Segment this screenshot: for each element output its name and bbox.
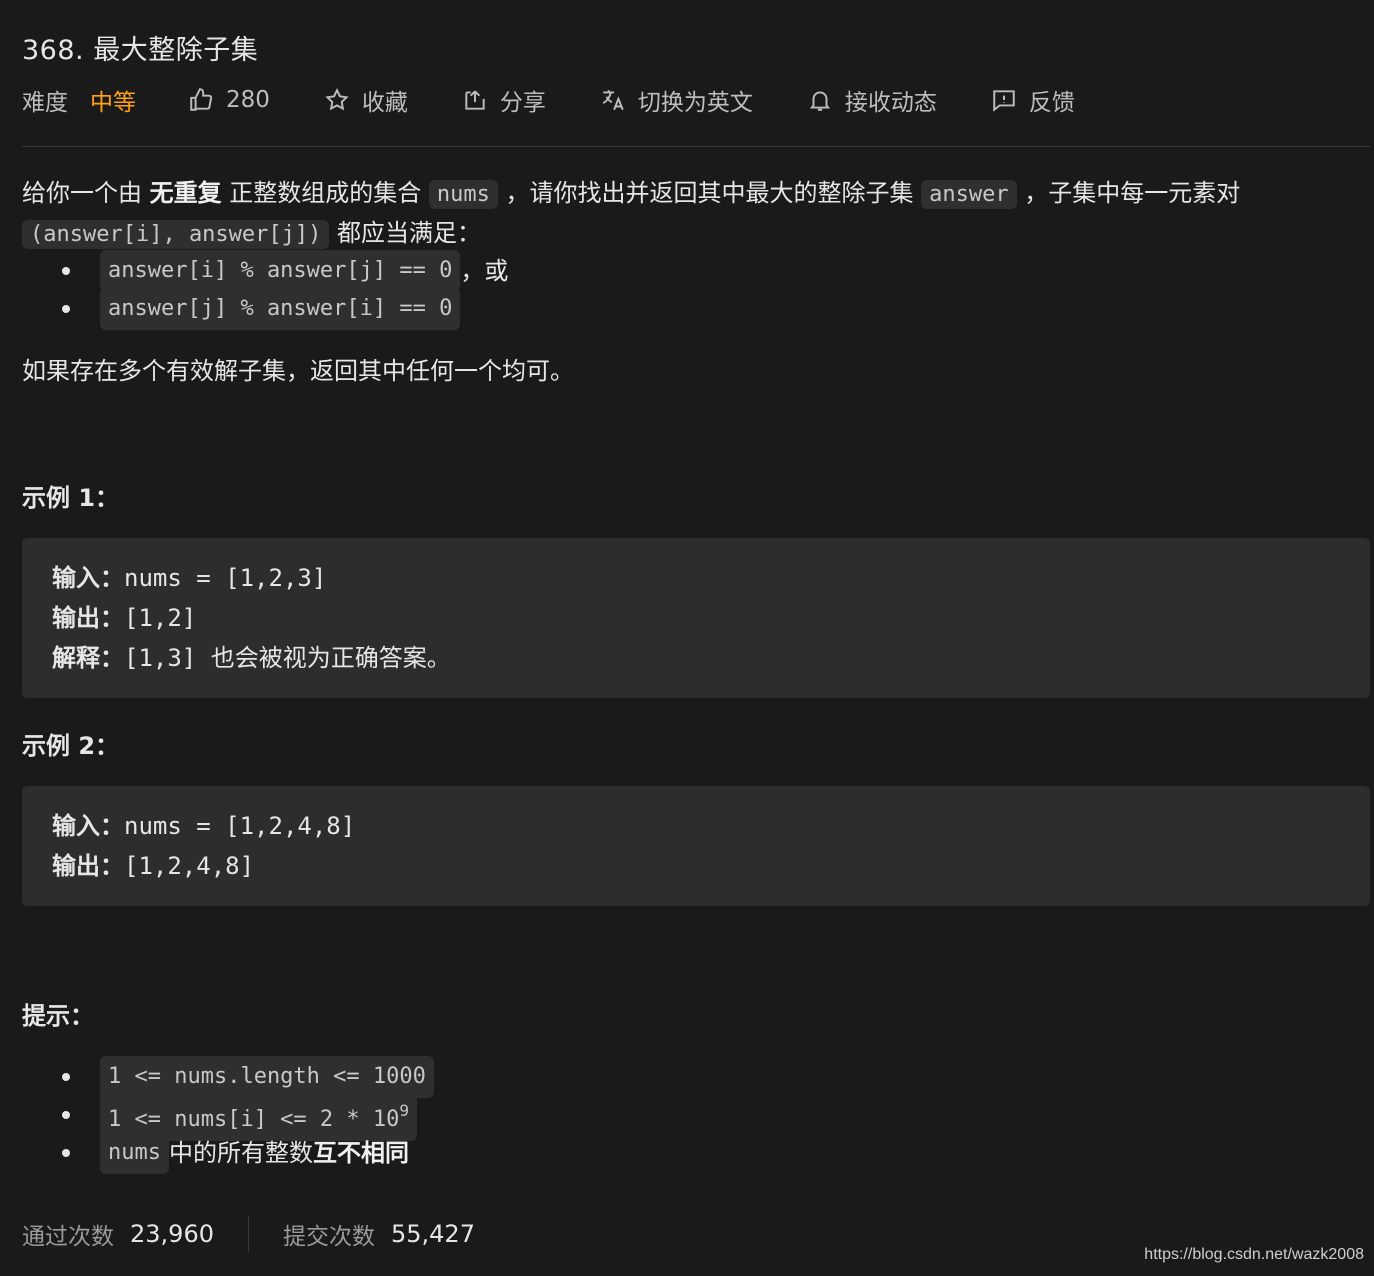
submissions-count: 55,427: [390, 1220, 475, 1248]
subscribe-label: 接收动态: [844, 90, 937, 116]
watermark: https://blog.csdn.net/wazk2008: [1144, 1246, 1364, 1263]
subscribe-button[interactable]: 接收动态: [807, 83, 937, 117]
header-divider: [22, 146, 1370, 147]
like-button[interactable]: 280: [188, 87, 270, 113]
description-paragraph: 给你一个由 无重复 正整数组成的集合 nums ，请你找出并返回其中最大的整除子…: [22, 179, 1241, 249]
difficulty-label: 难度: [22, 90, 68, 116]
example-1-heading: 示例 1：: [22, 484, 120, 512]
bell-icon: [809, 91, 830, 111]
bullet-icon: [62, 1149, 70, 1157]
star-icon: [325, 88, 349, 111]
difficulty-badge: 中等: [90, 90, 136, 116]
share-label: 分享: [499, 90, 546, 116]
translate-icon: [602, 90, 624, 111]
switch-language-button[interactable]: 切换为英文: [600, 83, 753, 117]
stats-divider: [247, 1216, 249, 1252]
favorite-label: 收藏: [361, 90, 408, 116]
feedback-button[interactable]: 反馈: [991, 83, 1075, 117]
example-1-input: nums = [1,2,3]: [124, 564, 327, 592]
accepted-count: 23,960: [130, 1220, 214, 1248]
list-item: answer[j] % answer[i] == 0: [62, 288, 508, 330]
code-nums: nums: [428, 180, 498, 209]
example-2-block: 输入：nums = [1,2,4,8] 输出：[1,2,4,8]: [22, 786, 1370, 906]
example-2-output: [1,2,4,8]: [124, 852, 255, 880]
code-answer: answer: [921, 180, 1017, 209]
condition-list: answer[i] % answer[j] == 0 ，或 answer[j] …: [62, 250, 508, 330]
switch-language-label: 切换为英文: [637, 90, 753, 116]
example-1-output: [1,2]: [124, 604, 197, 632]
feedback-icon: [993, 90, 1015, 112]
like-count: 280: [226, 87, 270, 113]
constraints-list: 1 <= nums.length <= 1000 1 <= nums[i] <=…: [62, 1056, 434, 1174]
code-answer-pair: (answer[i], answer[j]): [22, 220, 330, 249]
submissions-label: 提交次数: [282, 1224, 375, 1250]
list-item: 1 <= nums[i] <= 2 * 109: [62, 1089, 434, 1141]
feedback-label: 反馈: [1028, 90, 1075, 116]
example-2-heading: 示例 2：: [22, 732, 120, 760]
list-item: answer[i] % answer[j] == 0 ，或: [62, 250, 508, 292]
share-icon: [465, 90, 485, 110]
favorite-button[interactable]: 收藏: [324, 83, 408, 117]
example-1-block: 输入：nums = [1,2,3] 输出：[1,2] 解释：[1,3] 也会被视…: [22, 538, 1370, 698]
list-item: nums 中的所有整数 互不相同: [62, 1132, 434, 1174]
problem-title: 368. 最大整除子集: [22, 35, 259, 66]
bullet-icon: [62, 1073, 70, 1081]
bullet-icon: [62, 305, 70, 313]
constraints-heading: 提示：: [22, 1002, 94, 1030]
share-button[interactable]: 分享: [462, 83, 546, 117]
problem-toolbar: 难度 中等 280 收藏 分享 切换为英文 接收动态 反馈: [22, 84, 1075, 116]
thumbs-up-icon: [190, 88, 213, 111]
multiple-answers-note: 如果存在多个有效解子集，返回其中任何一个均可。: [22, 357, 574, 385]
submission-stats: 通过次数 23,960 提交次数 55,427: [22, 1216, 475, 1252]
bullet-icon: [62, 1111, 70, 1119]
emphasis-no-duplicates: 无重复: [149, 179, 222, 207]
example-1-explanation: [1,3] 也会被视为正确答案。: [124, 644, 451, 672]
example-2-input: nums = [1,2,4,8]: [124, 812, 356, 840]
bullet-icon: [62, 267, 70, 275]
accepted-label: 通过次数: [22, 1224, 114, 1250]
